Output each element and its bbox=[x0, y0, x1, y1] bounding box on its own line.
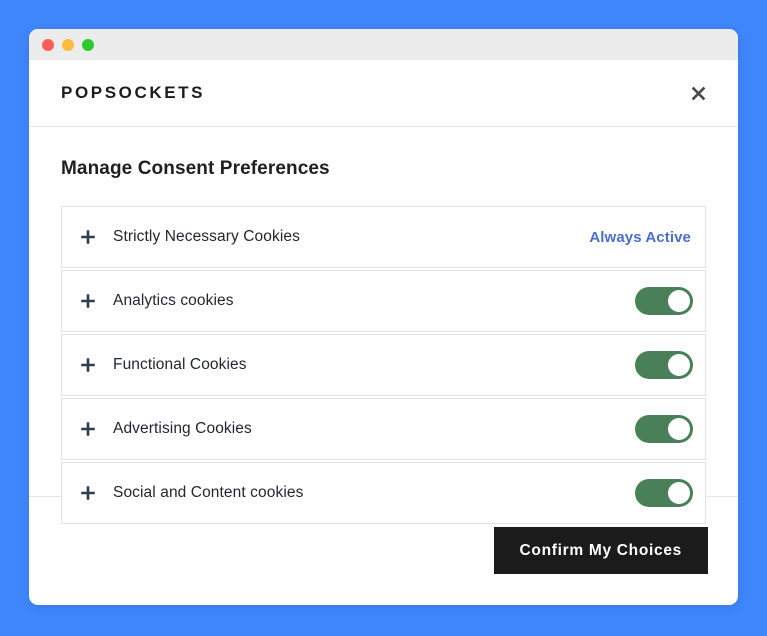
close-icon bbox=[690, 85, 707, 102]
consent-modal-body: Manage Consent Preferences Strictly Nece… bbox=[29, 127, 738, 524]
category-label: Functional Cookies bbox=[113, 356, 247, 373]
traffic-light-maximize[interactable] bbox=[82, 38, 94, 51]
category-row-strictly-necessary[interactable]: Strictly Necessary Cookies Always Active bbox=[61, 206, 706, 268]
category-row-functional[interactable]: Functional Cookies bbox=[61, 334, 706, 396]
page-title: Manage Consent Preferences bbox=[61, 158, 330, 179]
brand-logo: POPSOCKETS bbox=[61, 83, 206, 102]
toggle-knob bbox=[668, 290, 690, 312]
traffic-light-minimize[interactable] bbox=[62, 38, 74, 51]
status-badge: Always Active bbox=[589, 228, 691, 246]
toggle-knob bbox=[668, 418, 690, 440]
confirm-my-choices-button[interactable]: Confirm My Choices bbox=[493, 527, 708, 574]
consent-toggle-analytics[interactable] bbox=[635, 287, 693, 315]
plus-icon[interactable] bbox=[77, 290, 99, 312]
close-button[interactable] bbox=[686, 81, 711, 106]
toggle-knob bbox=[668, 354, 690, 376]
category-row-social-content[interactable]: Social and Content cookies bbox=[61, 462, 706, 524]
category-label: Social and Content cookies bbox=[113, 484, 304, 501]
category-row-advertising[interactable]: Advertising Cookies bbox=[61, 398, 706, 460]
plus-icon[interactable] bbox=[77, 354, 99, 376]
plus-icon[interactable] bbox=[77, 482, 99, 504]
category-label: Advertising Cookies bbox=[113, 420, 252, 437]
cookie-category-list: Strictly Necessary Cookies Always Active… bbox=[61, 206, 706, 524]
toggle-container bbox=[635, 479, 693, 507]
plus-icon[interactable] bbox=[77, 418, 99, 440]
toggle-knob bbox=[668, 482, 690, 504]
toggle-container bbox=[635, 287, 693, 315]
browser-window: POPSOCKETS Manage Consent Preferences St… bbox=[29, 29, 738, 605]
category-label: Strictly Necessary Cookies bbox=[113, 228, 300, 245]
consent-modal-header: POPSOCKETS bbox=[29, 60, 738, 127]
window-titlebar bbox=[29, 29, 738, 60]
consent-toggle-advertising[interactable] bbox=[635, 415, 693, 443]
toggle-container bbox=[635, 351, 693, 379]
toggle-container bbox=[635, 415, 693, 443]
category-row-analytics[interactable]: Analytics cookies bbox=[61, 270, 706, 332]
consent-toggle-social-content[interactable] bbox=[635, 479, 693, 507]
traffic-light-close[interactable] bbox=[42, 38, 54, 51]
consent-toggle-functional[interactable] bbox=[635, 351, 693, 379]
plus-icon[interactable] bbox=[77, 226, 99, 248]
category-label: Analytics cookies bbox=[113, 292, 234, 309]
